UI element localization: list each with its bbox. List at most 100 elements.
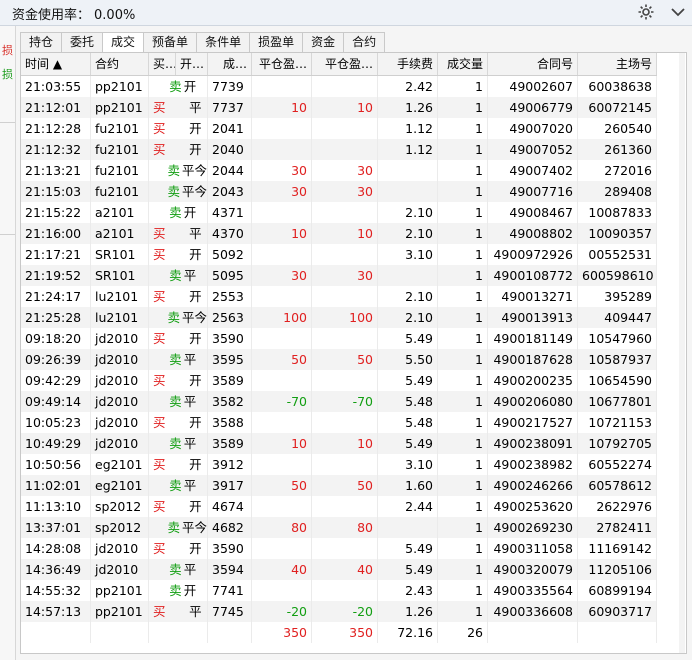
buy-sell-text: 卖 [169,79,182,94]
col-header-pnl1[interactable]: 平仓盈… [252,53,312,75]
cell-direction: 卖平 [149,349,208,370]
table-row[interactable]: 10:49:29 jd2010 卖平 3589 10 10 5.49 1 4900238091 1… [21,433,657,454]
col-header-fee[interactable]: 手续费 [378,53,438,75]
open-close-text: 平 [183,436,197,451]
table-row[interactable]: 09:26:39 jd2010 卖平 3595 50 50 5.50 1 4900187628 1… [21,349,657,370]
tab-positions[interactable]: 持仓 [20,32,63,52]
cell-time: 14:57:13 [21,601,91,622]
cell-time: 10:05:23 [21,412,91,433]
cell-fee: 2.43 [378,580,438,601]
open-close-text: 开 [189,415,202,430]
table-row[interactable]: 09:18:20 jd2010 买开 3590 5.49 1 4900181149 10547… [21,328,657,349]
table-row[interactable]: 09:49:14 jd2010 卖平 3582 -70 -70 5.48 1 490020608… [21,391,657,412]
cell-exch: 272016 [578,160,657,181]
col-header-time[interactable]: 时间 ▲ [21,53,91,75]
cell-time: 11:13:10 [21,496,91,517]
table-row[interactable]: 09:42:29 jd2010 买开 3589 5.49 1 4900200235 10654… [21,370,657,391]
chevron-down-icon[interactable] [668,2,688,22]
cell-qty: 1 [438,76,488,97]
cell-order: 4900200235 [488,370,578,391]
cell-order: 4900217527 [488,412,578,433]
table-row[interactable]: 14:57:13 pp2101 买平 7745 -20 -20 1.26 1 490033660… [21,601,657,622]
cell-pnl2: 10 [312,223,378,244]
cell-time: 09:26:39 [21,349,91,370]
tab-conditional[interactable]: 条件单 [196,32,251,52]
col-header-pnl2[interactable]: 平仓盈… [312,53,378,75]
col-header-price[interactable]: 成… [208,53,252,75]
table-row[interactable]: 21:16:00 a2101 买平 4370 10 10 2.10 1 49008802 1009… [21,223,657,244]
gear-icon[interactable] [636,2,656,22]
cell-fee: 5.48 [378,391,438,412]
table-row[interactable]: 21:12:28 fu2101 买开 2041 1.12 1 49007020 260540 [21,118,657,139]
cell-pnl2: 30 [312,265,378,286]
cell-pnl2: 50 [312,475,378,496]
col-header-order[interactable]: 合同号 [488,53,578,75]
table-row[interactable]: 21:19:52 SR101 卖平 5095 30 30 1 4900108772 600598… [21,265,657,286]
cell-direction: 买开 [149,286,208,307]
table-row[interactable]: 11:02:01 eg2101 卖平 3917 50 50 1.60 1 4900246266 6… [21,475,657,496]
open-close-text: 开 [189,541,202,556]
cell-time: 10:49:29 [21,433,91,454]
tab-funds[interactable]: 资金 [302,32,345,52]
total-fee: 72.16 [378,622,438,643]
table-row[interactable]: 21:12:01 pp2101 买平 7737 10 10 1.26 1 49006779 600… [21,97,657,118]
cell-price: 4674 [208,496,252,517]
col-header-oc[interactable]: 开… [176,53,208,75]
tab-stop-profit[interactable]: 损盈单 [249,32,304,52]
cell-exch: 60552274 [578,454,657,475]
cell-order: 4900108772 [488,265,578,286]
open-close-text: 开 [183,79,197,94]
tab-prepared[interactable]: 预备单 [143,32,198,52]
cell-order: 49007020 [488,118,578,139]
vertical-scrollbar[interactable] [679,53,685,653]
table-row[interactable]: 21:17:21 SR101 买开 5092 3.10 1 4900972926 005525… [21,244,657,265]
table-row[interactable]: 21:15:03 fu2101 卖平今 2043 30 30 1 49007716 289408 [21,181,657,202]
table-row[interactable]: 14:28:08 jd2010 买开 3590 5.49 1 4900311058 11169… [21,538,657,559]
table-row[interactable]: 21:25:28 lu2101 卖平今 2563 100 100 2.10 1 49001391… [21,307,657,328]
table-row[interactable]: 11:13:10 sp2012 买开 4674 2.44 1 4900253620 26229… [21,496,657,517]
cell-exch: 289408 [578,181,657,202]
table-row[interactable]: 21:03:55 pp2101 卖开 7739 2.42 1 49002607 6003863… [21,76,657,97]
tab-contracts[interactable]: 合约 [343,32,386,52]
cell-direction: 卖平今 [149,307,208,328]
cell-fee: 1.26 [378,601,438,622]
table-row[interactable]: 14:36:49 jd2010 卖平 3594 40 40 5.49 1 4900320079 1… [21,559,657,580]
col-header-exch[interactable]: 主场号 [578,53,657,75]
cell-qty: 1 [438,118,488,139]
cell-pnl2: -20 [312,601,378,622]
open-close-text: 开 [183,583,197,598]
cell-fee: 1.60 [378,475,438,496]
buy-sell-text: 买 [153,373,166,388]
col-header-qty[interactable]: 成交量 [438,53,488,75]
cell-price: 5092 [208,244,252,265]
cell-exch: 60578612 [578,475,657,496]
table-row[interactable]: 10:05:23 jd2010 买开 3588 5.48 1 4900217527 10721… [21,412,657,433]
table-row[interactable]: 21:24:17 lu2101 买开 2553 2.10 1 490013271 395289 [21,286,657,307]
tab-orders[interactable]: 委托 [61,32,104,52]
cell-pnl2: 80 [312,517,378,538]
table-row[interactable]: 13:37:01 sp2012 卖平今 4682 80 80 1 4900269230 2782… [21,517,657,538]
cell-price: 2041 [208,118,252,139]
cell-pnl1: 40 [252,559,312,580]
cell-price: 3590 [208,538,252,559]
col-header-contract[interactable]: 合约 [91,53,149,75]
cell-pnl2 [312,328,378,349]
fund-usage-value: 0.00% [94,8,136,23]
table-row[interactable]: 21:15:22 a2101 卖开 4371 2.10 1 49008467 10087833 [21,202,657,223]
open-close-text: 平 [183,478,197,493]
cell-price: 3594 [208,559,252,580]
table-row[interactable]: 21:12:32 fu2101 买开 2040 1.12 1 49007052 261360 [21,139,657,160]
cell-contract: jd2010 [91,412,149,433]
cell-price: 3589 [208,370,252,391]
table-row[interactable]: 10:50:56 eg2101 买开 3912 3.10 1 4900238982 60552… [21,454,657,475]
cell-qty: 1 [438,412,488,433]
table-row[interactable]: 21:13:21 fu2101 卖平今 2044 30 30 1 49007402 272016 [21,160,657,181]
tab-trades[interactable]: 成交 [102,32,145,53]
cell-pnl1: 10 [252,223,312,244]
table-row[interactable]: 14:55:32 pp2101 卖开 7741 2.43 1 4900335564 60899… [21,580,657,601]
cell-time: 14:36:49 [21,559,91,580]
cell-time: 21:03:55 [21,76,91,97]
cell-exch: 11169142 [578,538,657,559]
open-close-text: 开 [189,331,202,346]
col-header-bs[interactable]: 买… [149,53,176,75]
